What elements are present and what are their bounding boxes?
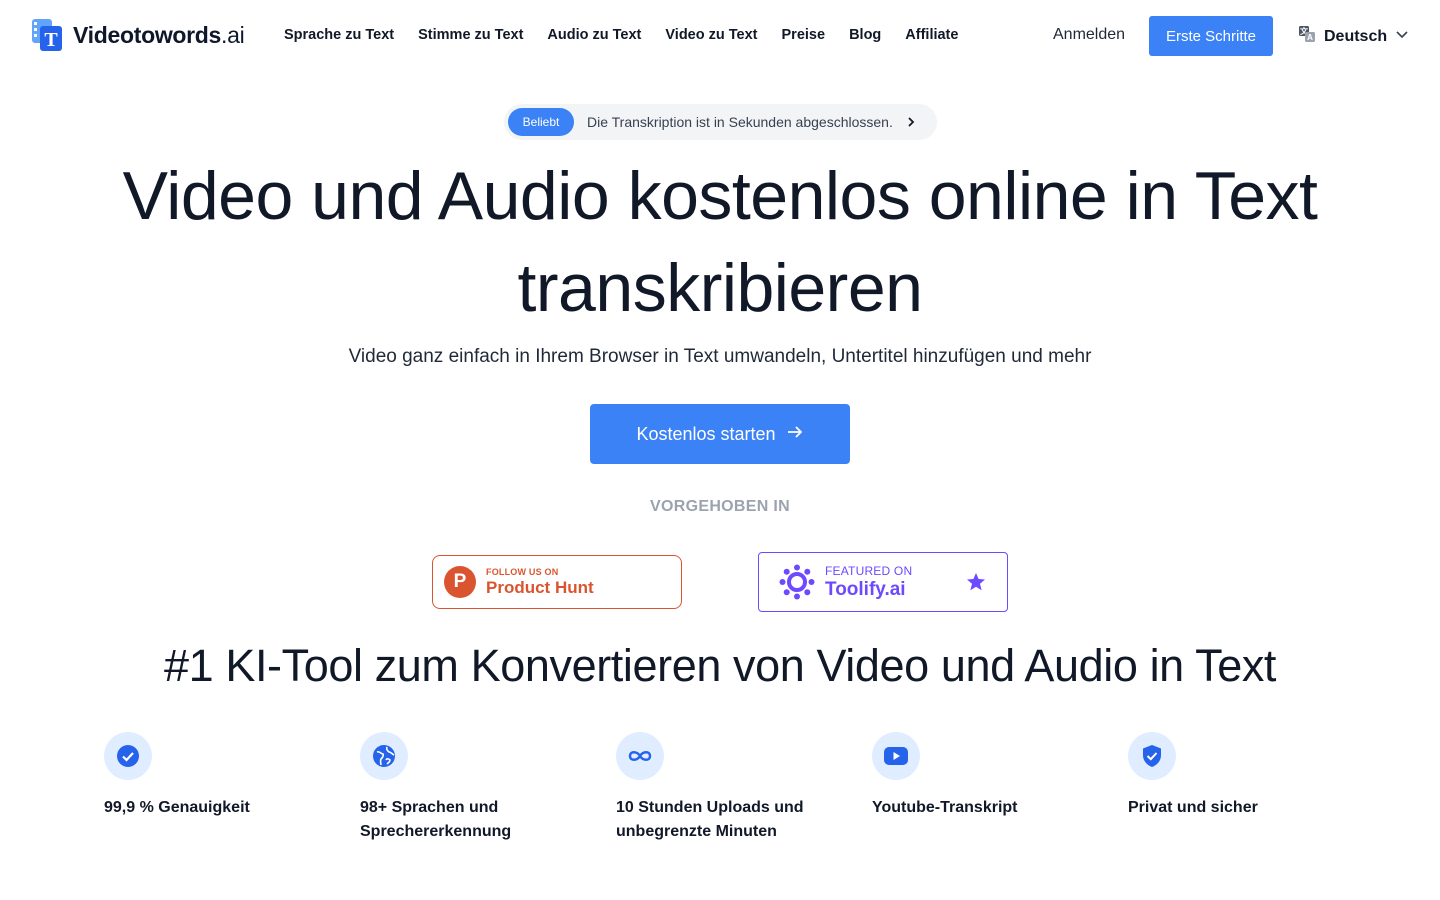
- star-icon: [966, 572, 986, 597]
- get-started-button[interactable]: Erste Schritte: [1149, 16, 1273, 56]
- brand-name: Videotowords.ai: [73, 21, 245, 48]
- feature-label: 99,9 % Genauigkeit: [104, 799, 250, 816]
- infinity-icon: [616, 732, 664, 780]
- nav-item-blog[interactable]: Blog: [849, 27, 881, 43]
- product-hunt-icon: P: [444, 566, 476, 598]
- nav-item-audio-to-text[interactable]: Audio zu Text: [547, 27, 641, 43]
- feature-item: Privat und sicher: [1128, 732, 1348, 820]
- toolify-badge[interactable]: FEATURED ON Toolify.ai: [758, 552, 1008, 612]
- nav-item-speech-to-text[interactable]: Sprache zu Text: [284, 27, 394, 43]
- product-hunt-name: Product Hunt: [486, 577, 594, 597]
- chevron-right-icon: [905, 116, 917, 128]
- svg-text:A: A: [1307, 33, 1313, 42]
- language-label: Deutsch: [1324, 27, 1388, 45]
- features-title: #1 KI-Tool zum Konvertieren von Video un…: [163, 640, 1277, 691]
- nav-item-pricing[interactable]: Preise: [782, 27, 826, 43]
- feature-item: 10 Stunden Uploads und unbegrenzte Minut…: [616, 732, 836, 844]
- globe-icon: [360, 732, 408, 780]
- nav-item-voice-to-text[interactable]: Stimme zu Text: [418, 27, 523, 43]
- svg-text:T: T: [44, 29, 58, 51]
- feature-label: 10 Stunden Uploads und unbegrenzte Minut…: [616, 799, 804, 840]
- toolify-icon: [779, 564, 815, 600]
- feature-item: Youtube-Transkript: [872, 732, 1092, 820]
- youtube-icon: [872, 732, 920, 780]
- main-nav: Sprache zu Text Stimme zu Text Audio zu …: [284, 27, 982, 43]
- check-circle-icon: [104, 732, 152, 780]
- feature-item: 98+ Sprachen und Sprechererkennung: [360, 732, 580, 844]
- chevron-down-icon: [1395, 27, 1409, 46]
- toolify-small-text: FEATURED ON: [825, 563, 913, 578]
- announcement-text: Die Transkription ist in Sekunden abgesc…: [587, 114, 893, 130]
- product-hunt-badge[interactable]: P FOLLOW US ON Product Hunt: [432, 555, 682, 609]
- popular-badge: Beliebt: [508, 108, 574, 136]
- feature-label: 98+ Sprachen und Sprechererkennung: [360, 799, 512, 840]
- nav-item-affiliate[interactable]: Affiliate: [905, 27, 958, 43]
- translate-icon: 文 A: [1298, 25, 1316, 48]
- featured-in-label: VORGEHOBEN IN: [650, 498, 790, 515]
- hero-title: Video und Audio kostenlos online in Text…: [122, 158, 1318, 326]
- feature-item: 99,9 % Genauigkeit: [104, 732, 324, 820]
- shield-check-icon: [1128, 732, 1176, 780]
- announcement-pill[interactable]: Beliebt Die Transkription ist in Sekunde…: [504, 104, 937, 140]
- nav-item-video-to-text[interactable]: Video zu Text: [665, 27, 757, 43]
- start-free-button[interactable]: Kostenlos starten: [590, 404, 850, 464]
- feature-label: Youtube-Transkript: [872, 799, 1018, 816]
- hero-subtitle: Video ganz einfach in Ihrem Browser in T…: [348, 346, 1092, 367]
- brand-logo[interactable]: T Videotowords.ai: [31, 18, 245, 52]
- start-free-label: Kostenlos starten: [636, 423, 776, 444]
- toolify-name: Toolify.ai: [825, 578, 906, 600]
- product-hunt-small-text: FOLLOW US ON: [486, 566, 559, 577]
- site-header: T Videotowords.ai Sprache zu Text Stimme…: [0, 0, 1440, 72]
- arrow-right-icon: [786, 423, 804, 446]
- language-selector[interactable]: 文 A Deutsch: [1298, 25, 1409, 48]
- logo-icon: T: [31, 18, 63, 52]
- signin-link[interactable]: Anmelden: [1053, 26, 1125, 44]
- feature-label: Privat und sicher: [1128, 799, 1258, 816]
